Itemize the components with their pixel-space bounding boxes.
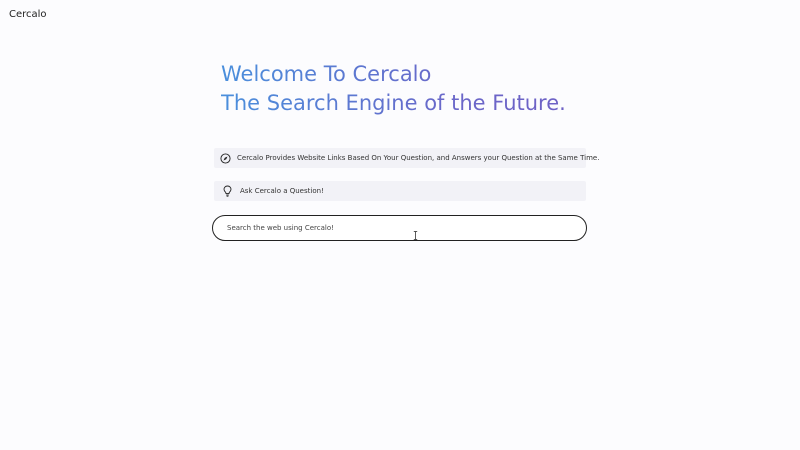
info-description-text: Cercalo Provides Website Links Based On …: [237, 154, 600, 162]
lightbulb-icon: [220, 184, 234, 198]
info-prompt-text: Ask Cercalo a Question!: [240, 187, 324, 195]
info-row-prompt: Ask Cercalo a Question!: [214, 181, 586, 201]
info-row-description: Cercalo Provides Website Links Based On …: [214, 148, 599, 168]
page: Cercalo Welcome To Cercalo The Search En…: [0, 0, 800, 450]
hero-title-line-1: Welcome To Cercalo: [221, 60, 601, 89]
text-cursor-icon: [413, 231, 418, 240]
hero-title-line-2: The Search Engine of the Future.: [221, 89, 601, 118]
search-input[interactable]: [225, 223, 569, 233]
search-bar[interactable]: [212, 215, 587, 241]
hero-heading: Welcome To Cercalo The Search Engine of …: [221, 60, 601, 118]
brand-logo[interactable]: Cercalo: [9, 9, 47, 20]
compass-icon: [220, 151, 231, 165]
